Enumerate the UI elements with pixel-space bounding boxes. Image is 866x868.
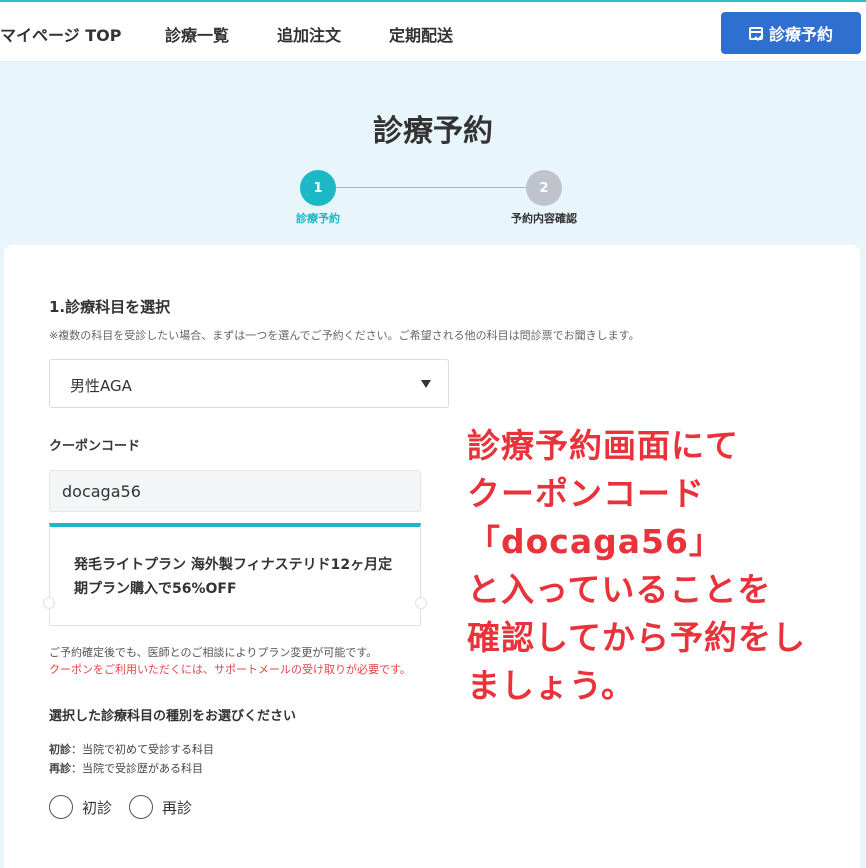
page-title: 診療予約 bbox=[373, 114, 493, 149]
annotation-line: クーポンコード bbox=[467, 474, 705, 513]
annotation-line: 診療予約画面にて bbox=[467, 426, 739, 465]
definition-first-visit: 初診：当院で初めて受診する科目 bbox=[49, 741, 214, 757]
section-title-select-subject: 1.診療科目を選択 bbox=[49, 298, 171, 316]
radio-first-visit[interactable]: 初診 bbox=[49, 795, 112, 819]
annotation-line: 「docaga56」 bbox=[467, 522, 723, 561]
nav-item-consultation-list[interactable]: 診療一覧 bbox=[165, 22, 229, 46]
book-consultation-button[interactable]: 診療予約 bbox=[721, 12, 861, 54]
nav-item-additional-order[interactable]: 追加注文 bbox=[277, 22, 341, 46]
coupon-requirement-warning: クーポンをご利用いただくには、サポートメールの受け取りが必要です。 bbox=[49, 663, 411, 676]
step-connector-line bbox=[336, 187, 526, 188]
plan-change-hint: ご予約確定後でも、医師とのご相談によりプラン変更が可能です。 bbox=[49, 646, 378, 659]
definition-desc: ：当院で受診歴がある科目 bbox=[71, 762, 203, 775]
step-2-indicator: 2 bbox=[526, 170, 562, 206]
coupon-plan-description: 発毛ライトプラン 海外製フィナステリド12ヶ月定期プラン購入で56%OFF bbox=[74, 557, 393, 597]
definition-term: 再診 bbox=[49, 762, 71, 775]
coupon-code-input[interactable] bbox=[49, 470, 421, 512]
coupon-ticket: 発毛ライトプラン 海外製フィナステリド12ヶ月定期プラン購入で56%OFF bbox=[43, 523, 427, 626]
calendar-check-icon bbox=[748, 26, 763, 40]
definition-revisit: 再診：当院で受診歴がある科目 bbox=[49, 760, 203, 776]
annotation-line: ましょう。 bbox=[467, 666, 636, 705]
instruction-annotation: 診療予約画面にて クーポンコード 「docaga56」 と入っていることを 確認… bbox=[467, 422, 862, 710]
step-2-label: 予約内容確認 bbox=[511, 212, 577, 225]
radio-label: 再診 bbox=[162, 798, 193, 817]
caret-down-icon bbox=[421, 380, 431, 388]
step-1-indicator: 1 bbox=[300, 170, 336, 206]
ticket-notch-right bbox=[415, 597, 427, 609]
subject-select[interactable]: 男性AGA bbox=[49, 359, 449, 408]
annotation-line: 確認してから予約をし bbox=[467, 618, 807, 657]
radio-label: 初診 bbox=[82, 798, 113, 817]
book-consultation-label: 診療予約 bbox=[768, 25, 833, 44]
nav-item-mypage-top[interactable]: マイページ TOP bbox=[0, 22, 122, 46]
coupon-code-label: クーポンコード bbox=[49, 439, 141, 454]
annotation-line: と入っていることを bbox=[467, 570, 772, 609]
ticket-notch-left bbox=[43, 597, 55, 609]
definition-desc: ：当院で初めて受診する科目 bbox=[71, 743, 214, 756]
section-note: ※複数の科目を受診したい場合、まずは一つを選んでご予約ください。ご希望される他の… bbox=[49, 329, 640, 342]
top-navigation: マイページ TOP 診療一覧 追加注文 定期配送 診療予約 bbox=[0, 0, 866, 62]
definition-term: 初診 bbox=[49, 743, 71, 756]
step-1-label: 診療予約 bbox=[296, 212, 340, 225]
visit-type-title: 選択した診療科目の種別をお選びください bbox=[49, 709, 297, 724]
radio-circle[interactable] bbox=[49, 795, 73, 819]
subject-select-value: 男性AGA bbox=[70, 377, 132, 395]
nav-item-regular-delivery[interactable]: 定期配送 bbox=[389, 22, 453, 46]
radio-circle[interactable] bbox=[129, 795, 153, 819]
radio-revisit[interactable]: 再診 bbox=[129, 795, 192, 819]
